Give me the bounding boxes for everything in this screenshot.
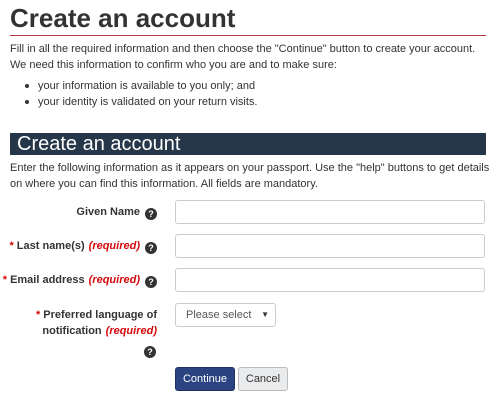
chevron-down-icon: ▼ — [261, 310, 269, 319]
bullet-icon — [25, 84, 29, 88]
language-select[interactable]: Please select ▼ — [175, 303, 276, 327]
bullet-text: your identity is validated on your retur… — [38, 96, 258, 108]
required-marker: * — [2, 274, 8, 286]
language-label-text-1: Preferred language of — [43, 309, 157, 321]
bullet-icon — [25, 100, 29, 104]
intro-bullet-list: your information is available to you onl… — [10, 78, 258, 110]
continue-button[interactable]: Continue — [175, 367, 235, 391]
section-description: Enter the following information as it ap… — [10, 162, 490, 190]
create-account-page: Create an account Fill in all the requir… — [0, 0, 500, 400]
email-label: * Email address (required)? — [3, 272, 157, 288]
list-item: your identity is validated on your retur… — [10, 94, 258, 110]
section-heading: Create an account — [10, 133, 486, 155]
email-input[interactable] — [175, 268, 485, 292]
help-icon[interactable]: ? — [145, 242, 157, 254]
required-text: (required) — [105, 325, 157, 337]
help-icon[interactable]: ? — [145, 276, 157, 288]
given-name-label-text: Given Name — [76, 206, 140, 218]
given-name-label: Given Name? — [76, 204, 157, 220]
required-text: (required) — [88, 274, 140, 286]
given-name-input[interactable] — [175, 200, 485, 224]
page-title: Create an account — [10, 3, 236, 33]
language-help: ? — [144, 342, 156, 358]
title-divider — [10, 35, 486, 36]
required-marker: * — [36, 309, 41, 321]
language-label-line1: * Preferred language of — [36, 307, 157, 323]
help-icon[interactable]: ? — [144, 346, 156, 358]
required-marker: * — [9, 240, 14, 252]
last-name-input[interactable] — [175, 234, 485, 258]
email-label-text: Email address — [10, 274, 85, 286]
language-label-text-2: notification — [42, 325, 102, 337]
required-text: (required) — [88, 240, 140, 252]
intro-text: Fill in all the required information and… — [10, 43, 476, 71]
help-icon[interactable]: ? — [145, 208, 157, 220]
last-name-label-text: Last name(s) — [16, 240, 85, 252]
list-item: your information is available to you onl… — [10, 78, 258, 94]
language-label-line2: notification (required) — [36, 323, 157, 339]
bullet-text: your information is available to you onl… — [38, 80, 256, 92]
language-label: * Preferred language of notification (requ… — [36, 307, 157, 339]
language-select-value: Please select — [186, 309, 252, 321]
cancel-button[interactable]: Cancel — [238, 367, 288, 391]
last-name-label: * Last name(s) (required)? — [10, 238, 157, 254]
